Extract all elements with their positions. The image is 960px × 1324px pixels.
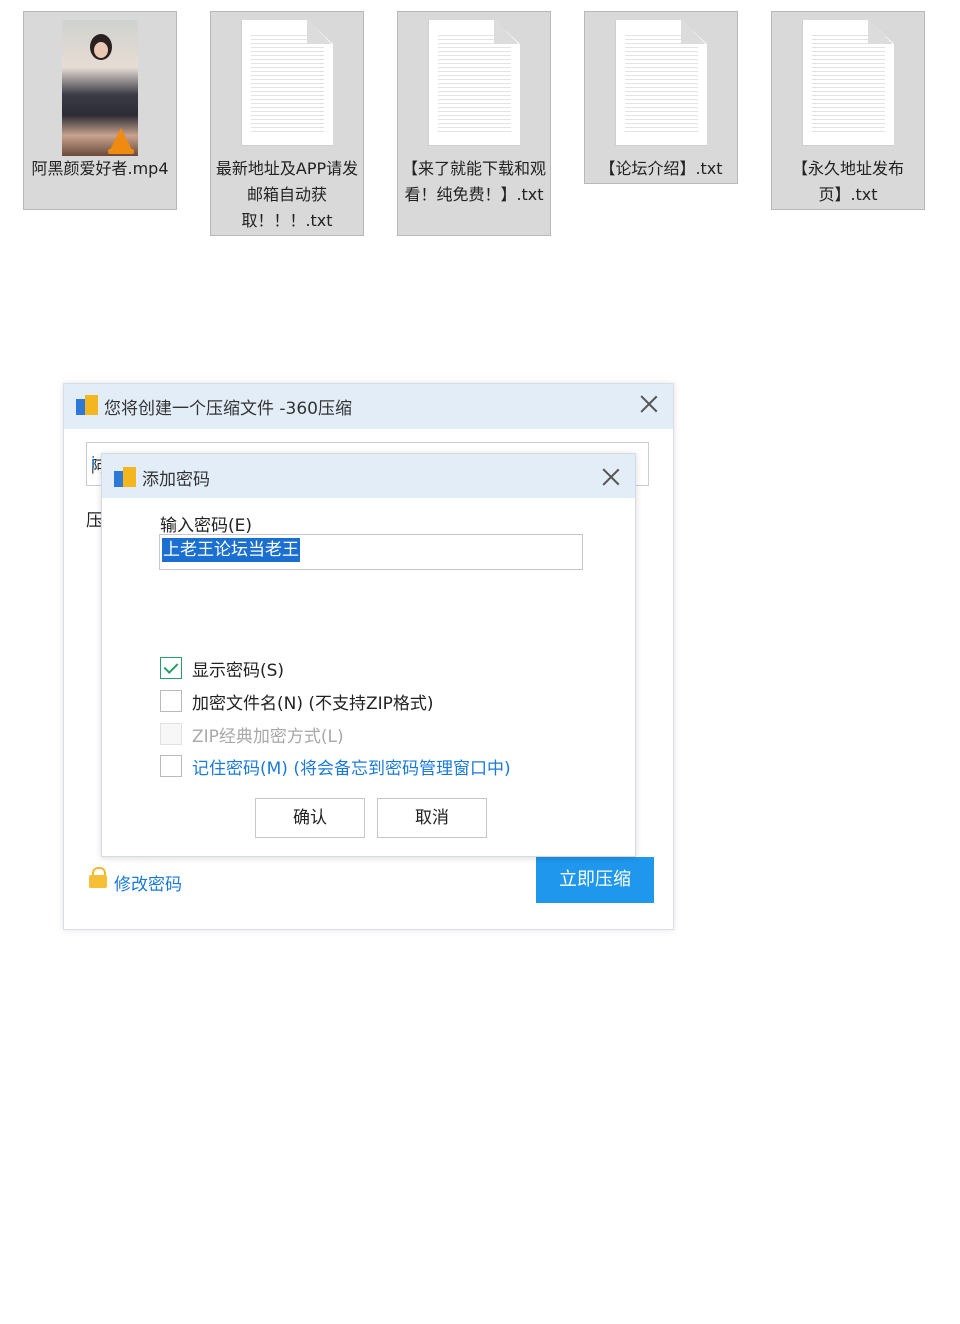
text-file-icon	[802, 20, 894, 146]
text-file-icon	[615, 20, 707, 146]
file-tile-txt[interactable]: 【来了就能下载和观看！纯免费！】.txt	[397, 11, 551, 236]
file-name: 【永久地址发布页】.txt	[791, 159, 904, 204]
confirm-button[interactable]: 确认	[255, 798, 365, 838]
zip-classic-encryption-option: ZIP经典加密方式(L)	[160, 722, 344, 747]
file-tile-txt[interactable]: 【论坛介绍】.txt	[584, 11, 738, 184]
360zip-app-icon	[114, 467, 136, 487]
password-value: 上老王论坛当老王	[162, 538, 300, 562]
close-icon[interactable]	[639, 394, 659, 414]
file-tile-txt[interactable]: 最新地址及APP请发邮箱自动获取！！！.txt	[210, 11, 364, 236]
file-name: 阿黑颜爱好者.mp4	[31, 159, 169, 178]
dialog-title: 您将创建一个压缩文件 -360压缩	[104, 399, 352, 419]
file-name: 【论坛介绍】.txt	[599, 159, 723, 178]
password-input[interactable]: 上老王论坛当老王	[159, 534, 583, 570]
zip-classic-checkbox	[160, 723, 182, 745]
password-label: 输入密码(E)	[160, 516, 253, 536]
file-name: 【来了就能下载和观看！纯免费！】.txt	[402, 159, 547, 204]
text-file-icon	[241, 20, 333, 146]
add-password-dialog: 添加密码 输入密码(E) 上老王论坛当老王 显示密码(S) 加密文件名(N) (…	[101, 453, 636, 857]
encrypt-filenames-checkbox[interactable]	[160, 690, 182, 712]
option-label: 加密文件名(N) (不支持ZIP格式)	[192, 693, 434, 714]
remember-password-checkbox[interactable]	[160, 755, 182, 777]
cancel-button[interactable]: 取消	[377, 798, 487, 838]
text-file-icon	[428, 20, 520, 146]
dialog-title-bar: 您将创建一个压缩文件 -360压缩	[64, 384, 673, 429]
show-password-option[interactable]: 显示密码(S)	[160, 656, 285, 681]
option-label: 记住密码(M) (将会备忘到密码管理窗口中)	[192, 758, 511, 779]
dialog-title: 添加密码	[142, 470, 210, 490]
encrypt-filenames-option[interactable]: 加密文件名(N) (不支持ZIP格式)	[160, 689, 434, 714]
file-tile-txt[interactable]: 【永久地址发布页】.txt	[771, 11, 925, 210]
show-password-checkbox[interactable]	[160, 657, 182, 679]
vlc-cone-icon	[110, 128, 132, 150]
file-tile-video[interactable]: 阿黑颜爱好者.mp4	[23, 11, 177, 210]
dialog-title-bar: 添加密码	[102, 454, 635, 498]
video-thumbnail	[62, 20, 138, 156]
file-name: 最新地址及APP请发邮箱自动获取！！！.txt	[215, 159, 359, 230]
remember-password-option[interactable]: 记住密码(M) (将会备忘到密码管理窗口中)	[160, 754, 511, 779]
compress-now-button[interactable]: 立即压缩	[536, 857, 654, 903]
lock-icon	[89, 867, 107, 889]
360zip-app-icon	[76, 395, 98, 415]
close-icon[interactable]	[601, 467, 621, 487]
modify-password-link[interactable]: 修改密码	[114, 870, 182, 895]
option-label: ZIP经典加密方式(L)	[192, 726, 344, 747]
option-label: 显示密码(S)	[192, 660, 285, 681]
